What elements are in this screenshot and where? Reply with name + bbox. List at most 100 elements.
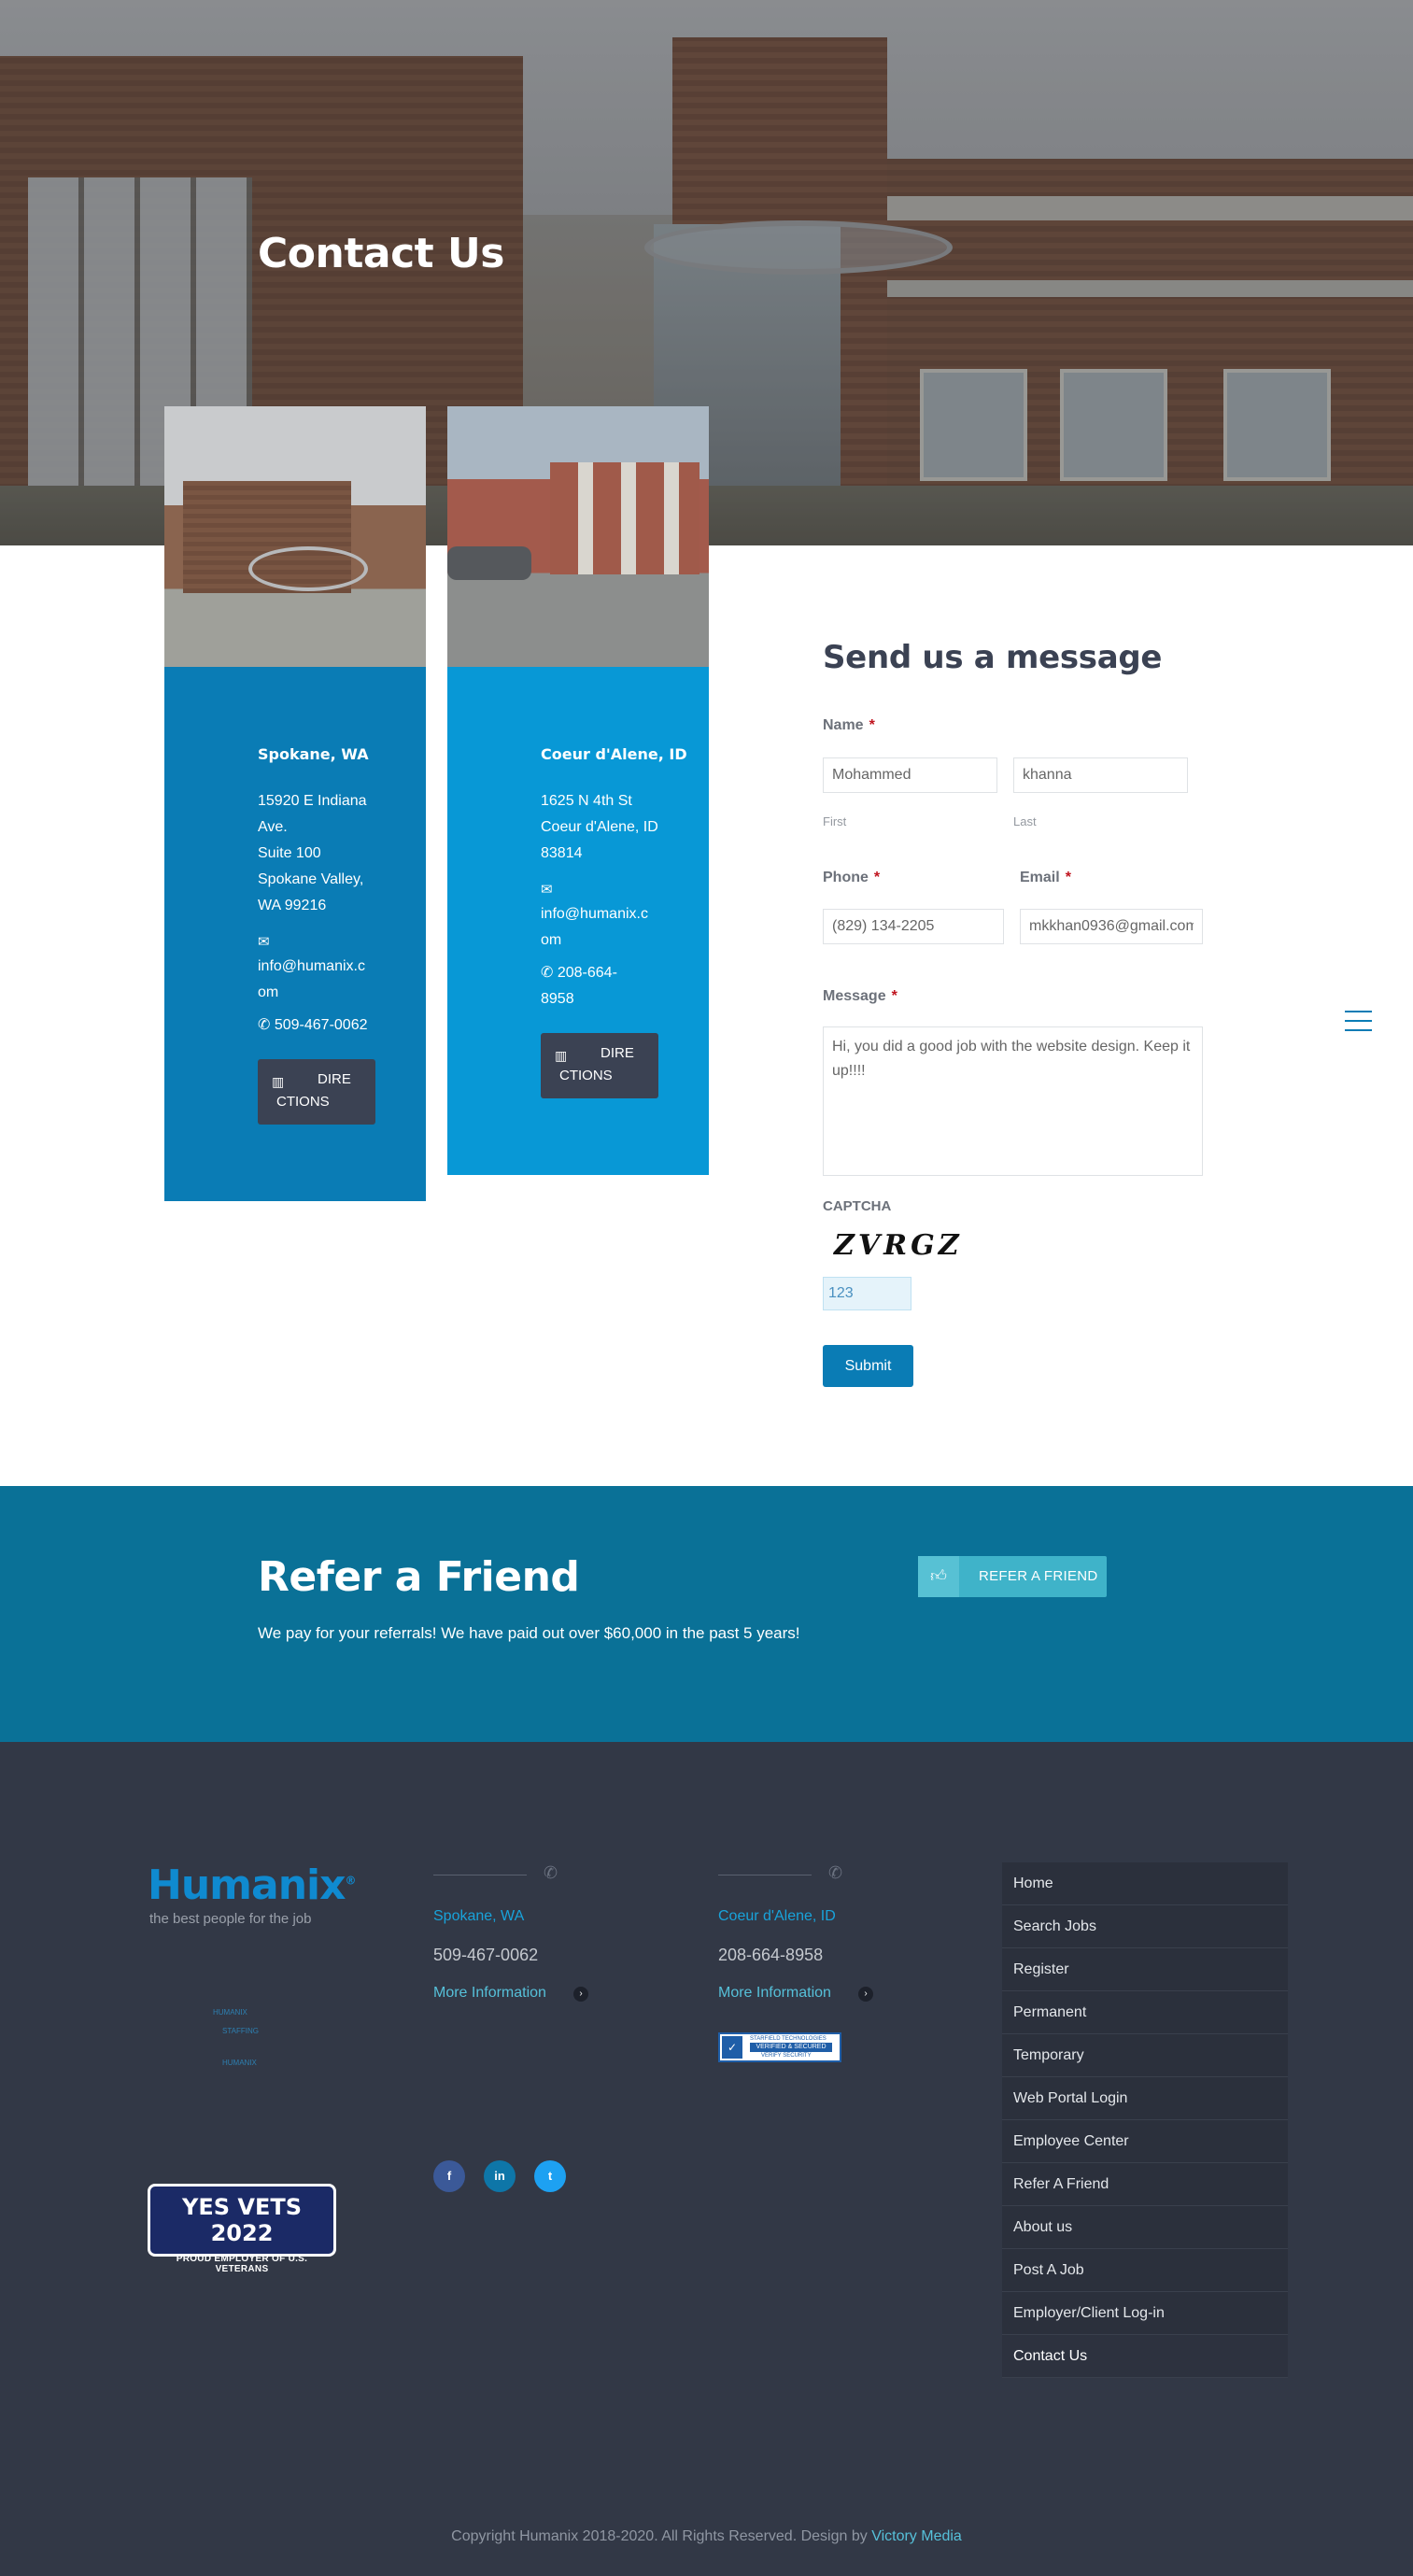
location-card-body: Spokane, WA 15920 E Indiana Ave. Suite 1… (164, 667, 426, 1201)
copyright-text: Copyright Humanix 2018-2020. All Rights … (451, 2528, 868, 2544)
email-line: info@humanix.c (258, 958, 365, 974)
designer-link[interactable]: Victory Media (871, 2528, 962, 2544)
footer-menu-item-register[interactable]: Register (1002, 1948, 1288, 1991)
last-name-input[interactable] (1013, 757, 1188, 793)
logo-tagline: the best people for the job (149, 1911, 312, 1927)
email-line: info@humanix.c (541, 906, 648, 922)
footer-menu-item-post-a-job[interactable]: Post A Job (1002, 2249, 1288, 2292)
captcha-label: CAPTCHA (823, 1198, 892, 1214)
yes-vets-subtitle: PROUD EMPLOYER OF U.S. VETERANS (176, 2254, 308, 2274)
first-sublabel: First (823, 814, 847, 828)
footer-menu-item-web-portal-login[interactable]: Web Portal Login (1002, 2077, 1288, 2120)
twitter-icon[interactable]: t (534, 2160, 566, 2192)
chevron-right-icon[interactable]: › (573, 1987, 588, 2002)
refer-title: Refer a Friend (258, 1553, 580, 1601)
footer-menu-item-refer-a-friend[interactable]: Refer A Friend (1002, 2163, 1288, 2206)
location-card-spokane: Spokane, WA 15920 E Indiana Ave. Suite 1… (164, 406, 426, 1201)
footer-menu-item-contact-us[interactable]: Contact Us (1002, 2335, 1288, 2378)
yes-vets-badge: YES VETS 2022 PROUD EMPLOYER OF U.S. VET… (148, 2184, 336, 2274)
more-information-link[interactable]: More Information (433, 1985, 546, 2002)
last-sublabel: Last (1013, 814, 1037, 828)
humanix-logo[interactable]: Humanix® (148, 1861, 356, 1909)
directions-button[interactable]: ▥ DIRE CTIONS (258, 1059, 375, 1125)
phone-input[interactable] (823, 909, 1004, 944)
address-line: Ave. (258, 819, 288, 835)
facebook-icon[interactable]: f (433, 2160, 465, 2192)
name-label: Name * (823, 717, 875, 733)
badge-text: STARFIELD TECHNOLOGIES (750, 2036, 827, 2042)
form-title: Send us a message (823, 639, 1163, 676)
footer-menu-item-about-us[interactable]: About us (1002, 2206, 1288, 2249)
badge-text: VERIFIED & SECURED (750, 2043, 832, 2052)
address-line: Spokane Valley, (258, 871, 364, 887)
envelope-icon: ✉ (541, 882, 553, 898)
refer-button-label: REFER A FRIEND (979, 1568, 1098, 1584)
footer-menu-item-search-jobs[interactable]: Search Jobs (1002, 1905, 1288, 1948)
phone-icon: ✆ (541, 965, 554, 981)
location-email[interactable]: info@humanix.c om (258, 954, 398, 1006)
email-line: om (541, 932, 562, 948)
office-phone[interactable]: 208-664-8958 (718, 1946, 823, 1965)
location-phone[interactable]: ✆ 208-664- 8958 (541, 960, 671, 1012)
location-city: Spokane, WA (258, 745, 369, 763)
map-icon: ▥ (555, 1048, 568, 1063)
location-card-coeur-dalene: Coeur d'Alene, ID 1625 N 4th St Coeur d'… (447, 406, 709, 1175)
envelope-icon: ✉ (258, 934, 270, 950)
yes-vets-title: YES VETS 2022 (181, 2194, 303, 2246)
refer-text: We pay for your referrals! We have paid … (258, 1624, 800, 1642)
copyright: Copyright Humanix 2018-2020. All Rights … (0, 2528, 1413, 2545)
submit-button[interactable]: Submit (823, 1345, 913, 1387)
location-card-body: Coeur d'Alene, ID 1625 N 4th St Coeur d'… (447, 667, 709, 1175)
partner-logo: HUMANIX (222, 2059, 257, 2067)
captcha-input[interactable] (823, 1277, 911, 1310)
partner-logo: HUMANIX (213, 2008, 247, 2017)
phone-number: 208-664- (557, 965, 617, 981)
footer-menu-item-home[interactable]: Home (1002, 1862, 1288, 1905)
more-information-link[interactable]: More Information (718, 1985, 831, 2002)
phone-label: Phone * (823, 870, 881, 885)
footer-menu-item-employer-login[interactable]: Employer/Client Log-in (1002, 2292, 1288, 2335)
shield-icon: ✓ (722, 2036, 742, 2059)
directions-label: CTIONS (559, 1068, 613, 1083)
thumbs-up-icon: 👍︎ (918, 1556, 959, 1597)
phone-icon: ✆ (544, 1863, 558, 1882)
badge-text: VERIFY SECURITY (761, 2053, 812, 2059)
location-phone[interactable]: ✆ 509-467-0062 (258, 1012, 368, 1039)
phone-icon: ✆ (258, 1017, 271, 1033)
location-address: 15920 E Indiana Ave. Suite 100 Spokane V… (258, 788, 407, 919)
hamburger-menu-icon[interactable] (1345, 1011, 1372, 1031)
address-line: 1625 N 4th St (541, 793, 632, 809)
phone-icon: ✆ (828, 1863, 843, 1882)
location-city: Coeur d'Alene, ID (541, 745, 687, 763)
verified-secured-badge[interactable]: ✓ STARFIELD TECHNOLOGIES VERIFIED & SECU… (718, 2032, 841, 2062)
address-line: 83814 (541, 845, 583, 861)
office-city: Coeur d'Alene, ID (718, 1908, 836, 1924)
refer-section: Refer a Friend We pay for your referrals… (0, 1486, 1413, 1742)
address-line: 15920 E Indiana (258, 793, 367, 809)
directions-label: CTIONS (276, 1094, 330, 1110)
email-line: om (258, 984, 279, 1000)
directions-label: DIRE (318, 1071, 351, 1087)
address-line: WA 99216 (258, 898, 327, 913)
message-textarea[interactable]: Hi, you did a good job with the website … (823, 1026, 1203, 1176)
first-name-input[interactable] (823, 757, 997, 793)
captcha-image: ZVRGZ (834, 1229, 963, 1262)
directions-label: DIRE (601, 1045, 634, 1061)
footer-menu-item-employee-center[interactable]: Employee Center (1002, 2120, 1288, 2163)
page-title: Contact Us (258, 230, 504, 277)
office-phone[interactable]: 509-467-0062 (433, 1946, 538, 1965)
linkedin-icon[interactable]: in (484, 2160, 516, 2192)
directions-button[interactable]: ▥ DIRE CTIONS (541, 1033, 658, 1098)
partner-logo: STAFFING (222, 2027, 259, 2035)
footer-menu-item-permanent[interactable]: Permanent (1002, 1991, 1288, 2034)
phone-number: 8958 (541, 991, 574, 1007)
location-address: 1625 N 4th St Coeur d'Alene, ID 83814 (541, 788, 690, 867)
message-label: Message * (823, 988, 897, 1004)
location-photo (447, 406, 709, 667)
footer-menu-item-temporary[interactable]: Temporary (1002, 2034, 1288, 2077)
chevron-right-icon[interactable]: › (858, 1987, 873, 2002)
refer-a-friend-button[interactable]: 👍︎ REFER A FRIEND (918, 1556, 1107, 1597)
address-line: Suite 100 (258, 845, 321, 861)
email-input[interactable] (1020, 909, 1203, 944)
location-email[interactable]: info@humanix.c om (541, 901, 681, 954)
